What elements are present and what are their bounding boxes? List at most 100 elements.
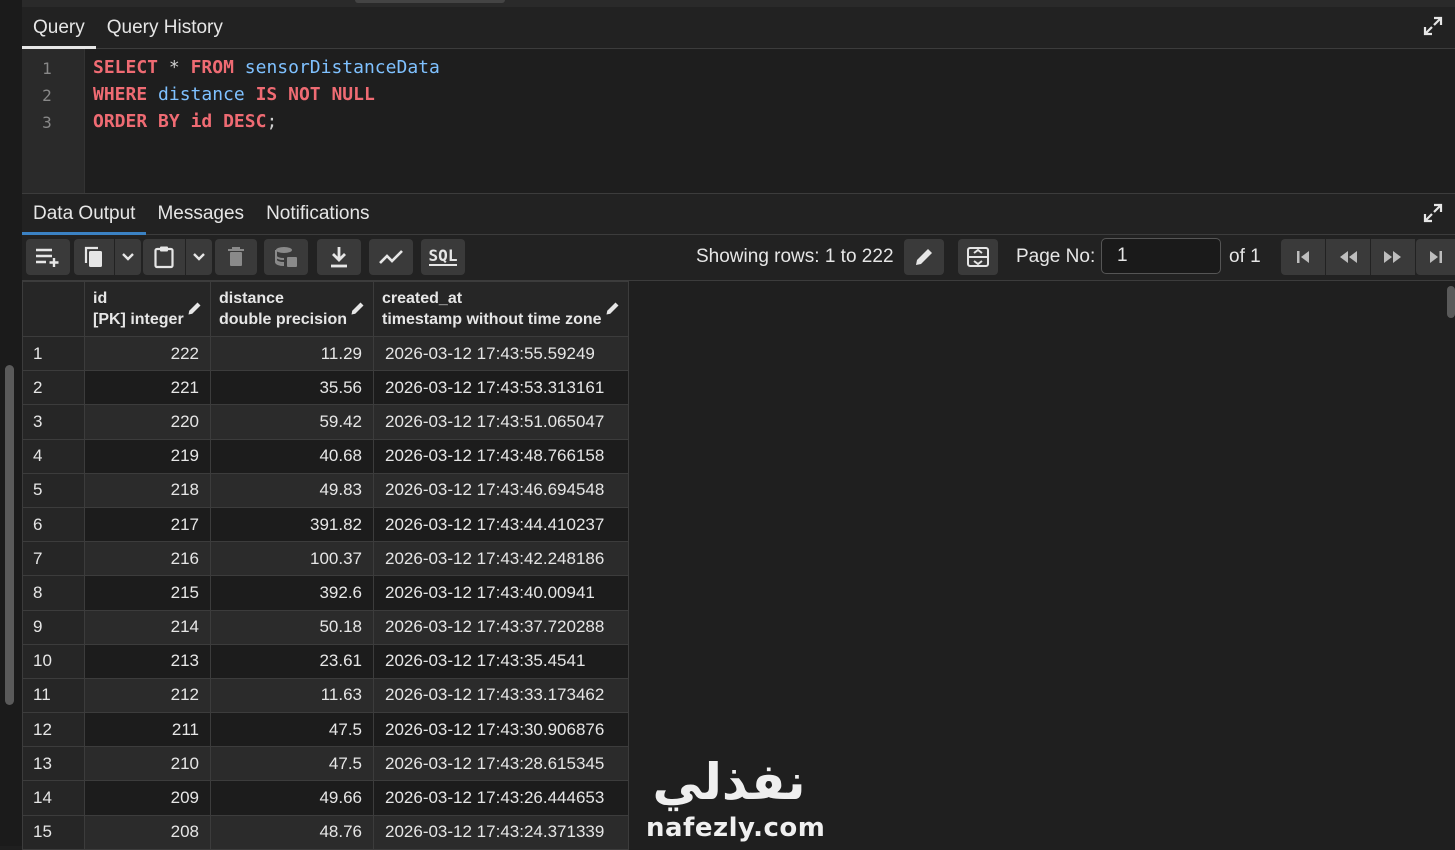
row-number-cell[interactable]: 2: [22, 370, 85, 406]
cell-distance[interactable]: 49.66: [210, 780, 374, 816]
cell-created-at[interactable]: 2026-03-12 17:43:53.313161: [373, 370, 629, 406]
cell-created-at[interactable]: 2026-03-12 17:43:40.00941: [373, 575, 629, 611]
table-row[interactable]: 8 215 392.6 2026-03-12 17:43:40.00941: [22, 575, 629, 611]
cell-created-at[interactable]: 2026-03-12 17:43:35.4541: [373, 643, 629, 679]
cell-created-at[interactable]: 2026-03-12 17:43:37.720288: [373, 609, 629, 645]
maximize-icon[interactable]: [1423, 16, 1443, 36]
row-number-cell[interactable]: 15: [22, 814, 85, 850]
table-row[interactable]: 9 214 50.18 2026-03-12 17:43:37.720288: [22, 609, 629, 645]
row-number-cell[interactable]: 5: [22, 472, 85, 508]
cell-distance[interactable]: 11.63: [210, 677, 374, 714]
table-row[interactable]: 2 221 35.56 2026-03-12 17:43:53.313161: [22, 370, 629, 406]
row-number-cell[interactable]: 3: [22, 404, 85, 440]
cell-id[interactable]: 208: [84, 814, 211, 850]
cell-id[interactable]: 220: [84, 404, 211, 440]
cell-created-at[interactable]: 2026-03-12 17:43:48.766158: [373, 438, 629, 474]
table-row[interactable]: 7 216 100.37 2026-03-12 17:43:42.248186: [22, 541, 629, 577]
pencil-icon[interactable]: [605, 301, 620, 316]
row-number-cell[interactable]: 11: [22, 677, 85, 714]
cell-distance[interactable]: 100.37: [210, 541, 374, 577]
table-row[interactable]: 5 218 49.83 2026-03-12 17:43:46.694548: [22, 472, 629, 508]
row-number-cell[interactable]: 4: [22, 438, 85, 474]
cell-created-at[interactable]: 2026-03-12 17:43:33.173462: [373, 677, 629, 714]
row-number-cell[interactable]: 14: [22, 780, 85, 816]
table-row[interactable]: 6 217 391.82 2026-03-12 17:43:44.410237: [22, 506, 629, 543]
cell-id[interactable]: 217: [84, 506, 211, 543]
left-scrollbar[interactable]: [0, 0, 22, 846]
cell-distance[interactable]: 47.5: [210, 712, 374, 748]
view-sql-button[interactable]: SQL: [421, 239, 465, 275]
cell-distance[interactable]: 35.56: [210, 370, 374, 406]
edit-rows-button[interactable]: [904, 239, 944, 275]
cell-created-at[interactable]: 2026-03-12 17:43:51.065047: [373, 404, 629, 440]
cell-id[interactable]: 214: [84, 609, 211, 645]
cell-distance[interactable]: 47.5: [210, 746, 374, 782]
table-row[interactable]: 11 212 11.63 2026-03-12 17:43:33.173462: [22, 677, 629, 714]
first-page-button[interactable]: [1281, 239, 1325, 275]
copy-button[interactable]: [74, 239, 114, 275]
splitter-handle[interactable]: [355, 0, 505, 3]
next-page-button[interactable]: [1371, 239, 1415, 275]
cell-distance[interactable]: 50.18: [210, 609, 374, 645]
cell-distance[interactable]: 40.68: [210, 438, 374, 474]
tab-data-output[interactable]: Data Output: [22, 203, 147, 235]
cell-created-at[interactable]: 2026-03-12 17:43:46.694548: [373, 472, 629, 508]
save-data-button[interactable]: [264, 239, 308, 275]
row-number-cell[interactable]: 10: [22, 643, 85, 679]
cell-distance[interactable]: 48.76: [210, 814, 374, 850]
cell-distance[interactable]: 11.29: [210, 335, 374, 372]
delete-row-button[interactable]: [215, 239, 257, 275]
tab-messages[interactable]: Messages: [146, 203, 255, 234]
cell-id[interactable]: 209: [84, 780, 211, 816]
table-row[interactable]: 4 219 40.68 2026-03-12 17:43:48.766158: [22, 438, 629, 474]
row-number-cell[interactable]: 6: [22, 506, 85, 543]
cell-created-at[interactable]: 2026-03-12 17:43:55.59249: [373, 335, 629, 372]
cell-id[interactable]: 211: [84, 712, 211, 748]
table-row[interactable]: 14 209 49.66 2026-03-12 17:43:26.444653: [22, 780, 629, 816]
paste-options-dropdown[interactable]: [186, 239, 212, 275]
table-row[interactable]: 15 208 48.76 2026-03-12 17:43:24.371339: [22, 814, 629, 850]
column-header-created-at[interactable]: created_at timestamp without time zone: [373, 281, 629, 337]
table-row[interactable]: 1 222 11.29 2026-03-12 17:43:55.59249: [22, 335, 629, 372]
tab-query[interactable]: Query: [22, 17, 96, 49]
cell-distance[interactable]: 23.61: [210, 643, 374, 679]
tab-notifications[interactable]: Notifications: [255, 203, 381, 234]
cell-created-at[interactable]: 2026-03-12 17:43:30.906876: [373, 712, 629, 748]
add-row-button[interactable]: [26, 239, 70, 275]
copy-options-dropdown[interactable]: [115, 239, 141, 275]
cell-id[interactable]: 218: [84, 472, 211, 508]
maximize-icon[interactable]: [1423, 203, 1443, 223]
left-scrollbar-thumb[interactable]: [5, 365, 14, 705]
right-scrollbar-thumb[interactable]: [1447, 286, 1455, 318]
cell-created-at[interactable]: 2026-03-12 17:43:26.444653: [373, 780, 629, 816]
table-row[interactable]: 10 213 23.61 2026-03-12 17:43:35.4541: [22, 643, 629, 679]
cell-id[interactable]: 221: [84, 370, 211, 406]
row-number-cell[interactable]: 7: [22, 541, 85, 577]
sql-editor[interactable]: 1 2 3 SELECT * FROM sensorDistanceData W…: [22, 49, 1455, 194]
cell-distance[interactable]: 392.6: [210, 575, 374, 611]
cell-id[interactable]: 213: [84, 643, 211, 679]
page-number-input[interactable]: [1101, 238, 1221, 274]
cell-created-at[interactable]: 2026-03-12 17:43:28.615345: [373, 746, 629, 782]
pagination-settings-button[interactable]: [958, 239, 998, 275]
cell-distance[interactable]: 391.82: [210, 506, 374, 543]
paste-button[interactable]: [143, 239, 185, 275]
cell-created-at[interactable]: 2026-03-12 17:43:42.248186: [373, 541, 629, 577]
cell-created-at[interactable]: 2026-03-12 17:43:24.371339: [373, 814, 629, 850]
column-header-id[interactable]: id [PK] integer: [84, 281, 211, 337]
graph-visualiser-button[interactable]: [369, 239, 413, 275]
cell-id[interactable]: 215: [84, 575, 211, 611]
pencil-icon[interactable]: [187, 301, 202, 316]
row-number-cell[interactable]: 13: [22, 746, 85, 782]
row-number-cell[interactable]: 9: [22, 609, 85, 645]
row-number-cell[interactable]: 8: [22, 575, 85, 611]
row-number-cell[interactable]: 12: [22, 712, 85, 748]
download-button[interactable]: [317, 239, 361, 275]
pencil-icon[interactable]: [350, 301, 365, 316]
cell-id[interactable]: 210: [84, 746, 211, 782]
table-row[interactable]: 12 211 47.5 2026-03-12 17:43:30.906876: [22, 712, 629, 748]
cell-id[interactable]: 216: [84, 541, 211, 577]
last-page-button[interactable]: [1416, 239, 1455, 275]
tab-query-history[interactable]: Query History: [96, 17, 234, 48]
row-number-cell[interactable]: 1: [22, 335, 85, 372]
